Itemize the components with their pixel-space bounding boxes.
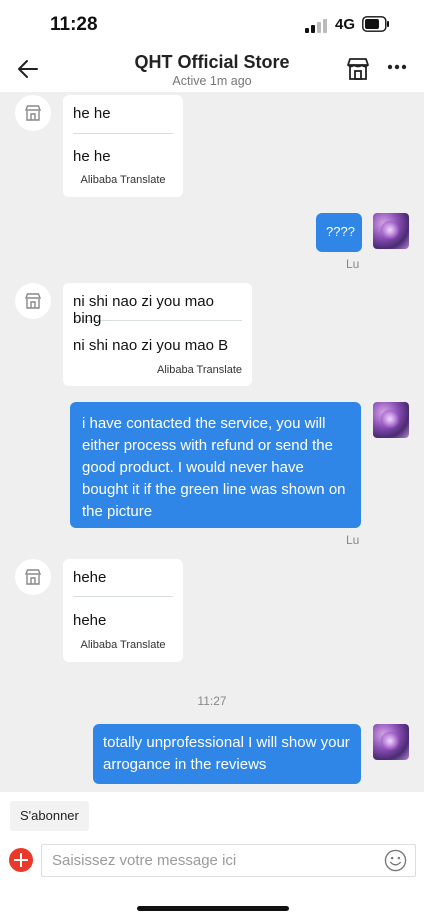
status-bar: 11:28 4G: [0, 0, 424, 48]
signal-icon: [305, 19, 327, 33]
message-bubble-incoming[interactable]: hehe hehe Alibaba Translate: [63, 559, 183, 662]
battery-icon: [362, 16, 389, 32]
subscribe-button[interactable]: S'abonner: [10, 801, 89, 831]
message-timestamp: 11:27: [197, 694, 227, 708]
translated-text: he he: [73, 148, 111, 165]
chat-header: QHT Official Store Active 1m ago: [0, 48, 424, 92]
store-avatar[interactable]: [15, 283, 51, 319]
message-bubble-incoming[interactable]: he he he he Alibaba Translate: [63, 95, 183, 197]
home-indicator: [137, 906, 289, 911]
message-text: he he: [73, 105, 111, 122]
store-icon: [24, 293, 42, 309]
store-avatar[interactable]: [15, 559, 51, 595]
translate-label: Alibaba Translate: [157, 364, 242, 376]
store-icon: [24, 569, 42, 585]
add-icon[interactable]: [9, 848, 33, 872]
message-text: ni shi nao zi you mao bing: [73, 293, 214, 327]
user-avatar[interactable]: [373, 402, 409, 438]
user-avatar[interactable]: [373, 213, 409, 249]
store-icon[interactable]: [345, 56, 371, 82]
store-avatar[interactable]: [15, 95, 51, 131]
translate-label: Alibaba Translate: [80, 174, 166, 186]
emoji-icon[interactable]: [384, 849, 407, 872]
sender-name: Lu: [346, 257, 360, 271]
message-bubble-outgoing[interactable]: totally unprofessional I will show your …: [93, 724, 361, 784]
message-bubble-outgoing[interactable]: ????: [316, 213, 362, 252]
translated-text: ni shi nao zi you mao B: [73, 337, 229, 354]
translated-text: hehe: [73, 612, 107, 629]
sender-name: Lu: [346, 533, 360, 547]
composer-area: S'abonner: [0, 792, 424, 920]
store-icon: [24, 105, 42, 121]
status-time: 11:28: [50, 14, 98, 35]
translate-label: Alibaba Translate: [80, 639, 166, 651]
message-text: hehe: [73, 569, 107, 586]
message-input[interactable]: [41, 844, 416, 877]
network-type: 4G: [335, 16, 356, 33]
chat-area[interactable]: he he he he Alibaba Translate ???? Lu ni…: [0, 92, 424, 792]
message-bubble-outgoing[interactable]: i have contacted the service, you will e…: [70, 402, 361, 528]
more-icon[interactable]: [386, 62, 408, 72]
user-avatar[interactable]: [373, 724, 409, 760]
message-bubble-incoming[interactable]: ni shi nao zi you mao bing ni shi nao zi…: [63, 283, 252, 386]
